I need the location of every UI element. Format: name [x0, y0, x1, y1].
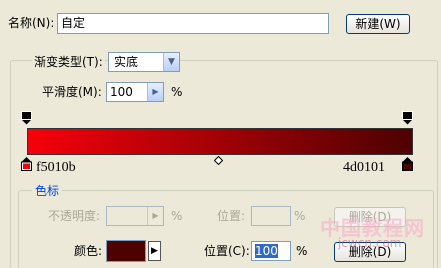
smoothness-label: 平滑度(M):	[42, 85, 102, 99]
color-stop-left-icon[interactable]	[21, 157, 32, 171]
gradient-type-label: 渐变类型(T):	[32, 54, 105, 70]
opacity-unit: %	[171, 209, 183, 223]
opacity-label: 不透明度:	[48, 209, 101, 223]
opacity-stop-right-icon[interactable]	[402, 111, 413, 125]
smoothness-input[interactable]: 100 ▶	[106, 82, 164, 102]
opacity-location-label: 位置:	[217, 209, 246, 223]
location-value: 100	[255, 244, 278, 258]
color-stop-right-icon[interactable]	[402, 157, 413, 171]
chevron-down-icon[interactable]: ▼	[163, 53, 179, 71]
name-label: 名称(N):	[8, 16, 55, 30]
color-label: 颜色:	[74, 244, 103, 258]
color-swatch-arrow-icon[interactable]: ▶	[148, 241, 161, 261]
opacity-location-input[interactable]	[251, 206, 291, 226]
delete-opacity-stop-button[interactable]: 删除(D)	[334, 207, 406, 227]
location-unit: %	[296, 244, 308, 258]
smoothness-value: 100	[110, 85, 133, 99]
opacity-arrow-icon[interactable]: ▶	[147, 207, 163, 225]
color-stops-title: 色标	[32, 183, 63, 199]
gradient-type-value: 实底	[114, 55, 139, 69]
smoothness-arrow-icon[interactable]: ▶	[147, 83, 163, 101]
opacity-location-unit: %	[294, 209, 306, 223]
start-color-hex-label: f5010b	[36, 160, 76, 175]
gradient-preview-bar[interactable]	[27, 128, 413, 155]
midpoint-diamond-icon[interactable]	[214, 156, 223, 165]
name-input[interactable]: 自定	[57, 13, 329, 34]
gradient-type-select[interactable]: 实底 ▼	[108, 52, 180, 72]
color-swatch[interactable]	[106, 240, 146, 262]
delete-color-stop-button[interactable]: 删除(D)	[334, 242, 406, 262]
location-label: 位置(C):	[204, 244, 250, 258]
opacity-stop-left-icon[interactable]	[21, 111, 32, 125]
smoothness-unit: %	[171, 85, 183, 99]
new-button[interactable]: 新建(W)	[346, 14, 410, 34]
end-color-hex-label: 4d0101	[343, 160, 385, 175]
location-input[interactable]: 100	[251, 241, 291, 261]
opacity-input[interactable]: ▶	[106, 206, 164, 226]
